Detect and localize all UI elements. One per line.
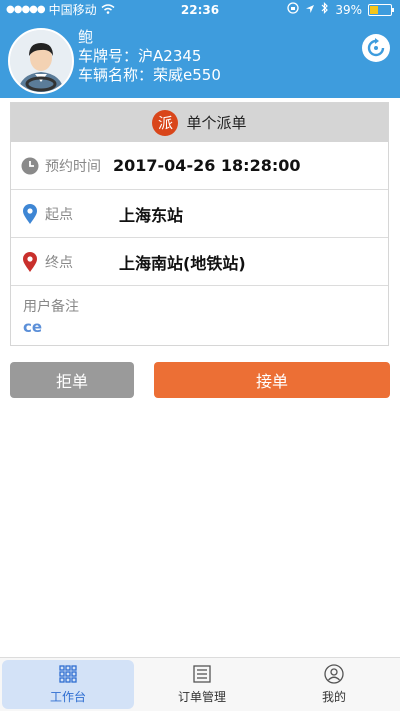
start-value: 上海东站 <box>119 205 184 225</box>
order-card-header: 派 单个派单 <box>11 103 388 142</box>
tab-bar: 工作台 订单管理 我的 <box>0 657 400 711</box>
reject-button[interactable]: 拒单 <box>10 362 134 398</box>
bluetooth-icon <box>321 0 329 20</box>
tab-order-management[interactable]: 订单管理 <box>136 658 268 711</box>
start-pin-icon <box>21 203 39 224</box>
end-value: 上海南站(地铁站) <box>119 253 246 273</box>
user-note: 用户备注 ce <box>11 286 388 346</box>
appointment-time-value: 2017-04-26 18:28:00 <box>113 156 301 175</box>
vehicle-value: 荣威e550 <box>153 66 221 84</box>
battery-icon <box>368 4 394 16</box>
list-icon <box>192 664 212 684</box>
start-label: 起点 <box>45 206 73 223</box>
plate-row: 车牌号：沪A2345 <box>78 47 221 66</box>
end-label: 终点 <box>45 254 73 271</box>
end-row: 终点 上海南站(地铁站) <box>11 238 388 286</box>
plate-label: 车牌号： <box>78 47 139 65</box>
start-row: 起点 上海东站 <box>11 190 388 238</box>
clock-icon <box>21 157 39 175</box>
order-title: 单个派单 <box>186 114 247 132</box>
tab-workbench-label: 工作台 <box>49 690 86 704</box>
vehicle-row: 车辆名称：荣威e550 <box>78 66 221 85</box>
accept-button[interactable]: 接单 <box>154 362 390 398</box>
rotation-lock-icon <box>287 0 299 20</box>
user-icon <box>324 664 344 684</box>
grid-icon <box>58 664 78 684</box>
tab-mine-label: 我的 <box>321 690 346 704</box>
tab-order-management-label: 订单管理 <box>177 690 226 704</box>
refresh-icon <box>367 38 385 57</box>
appointment-time-row: 预约时间 2017-04-26 18:28:00 <box>11 142 388 190</box>
user-note-value: ce <box>23 318 43 336</box>
vehicle-label: 车辆名称： <box>78 66 154 84</box>
header: ●●●●● 中国移动 22:36 39% 鲍 车牌号：沪A2345 车辆名称：荣… <box>0 0 400 98</box>
dispatch-badge: 派 <box>152 109 179 136</box>
appointment-time-label: 预约时间 <box>45 158 101 175</box>
avatar <box>8 28 74 94</box>
order-card: 派 单个派单 预约时间 2017-04-26 18:28:00 起点 上海东站 … <box>10 102 389 346</box>
tab-workbench[interactable]: 工作台 <box>2 660 134 709</box>
status-bar: ●●●●● 中国移动 22:36 39% <box>0 0 400 20</box>
refresh-button[interactable] <box>362 34 390 62</box>
battery-percent: 39% <box>335 3 362 17</box>
end-pin-icon <box>21 251 39 272</box>
plate-value: 沪A2345 <box>138 47 202 65</box>
driver-info: 鲍 车牌号：沪A2345 车辆名称：荣威e550 <box>78 28 221 85</box>
driver-name: 鲍 <box>78 28 94 46</box>
tab-mine[interactable]: 我的 <box>268 658 400 711</box>
user-note-label: 用户备注 <box>23 299 79 315</box>
location-icon <box>305 0 315 20</box>
